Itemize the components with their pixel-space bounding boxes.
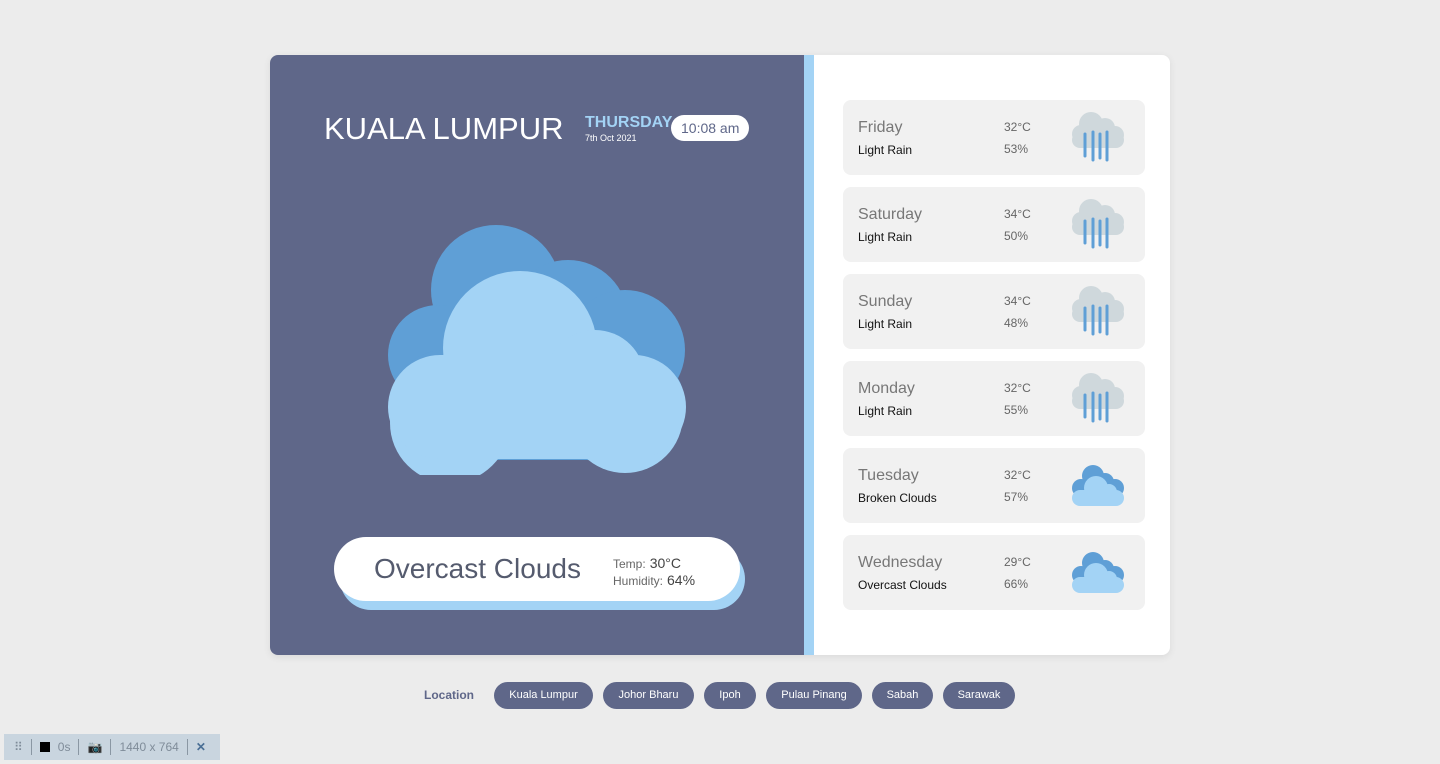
forecast-card-saturday: Saturday Light Rain 34°C 50% [843, 187, 1145, 262]
forecast-day: Sunday [858, 293, 913, 310]
stop-icon[interactable] [39, 742, 50, 752]
forecast-condition: Overcast Clouds [858, 578, 947, 592]
timer: 0s [57, 740, 71, 754]
close-icon[interactable]: ✕ [196, 740, 206, 754]
location-johor-bharu[interactable]: Johor Bharu [603, 682, 694, 709]
forecast-day: Saturday [858, 206, 923, 223]
forecast-day: Wednesday [858, 554, 943, 571]
current-humidity: 64% [667, 572, 696, 588]
weather-card: KUALA LUMPUR THURSDAY 7th Oct 2021 10:08… [270, 55, 1170, 655]
forecast-condition: Light Rain [858, 404, 913, 418]
forecast-day: Monday [858, 380, 915, 397]
location-ipoh[interactable]: Ipoh [704, 682, 756, 709]
screen-size: 1440 x 764 [119, 740, 179, 754]
humidity-label: Humidity: [613, 574, 664, 588]
forecast-card-wednesday: Wednesday Overcast Clouds 29°C 66% [843, 535, 1145, 610]
forecast-temp: 34°C [1004, 294, 1031, 308]
forecast-day: Tuesday [858, 467, 919, 484]
recorder-toolbar: ⠿ 0s 📷 1440 x 764 ✕ [4, 734, 220, 760]
forecast-condition: Light Rain [858, 317, 913, 331]
forecast-humidity: 50% [1004, 229, 1029, 243]
forecast-day: Friday [858, 119, 903, 136]
forecast-card-friday: Friday Light Rain 32°C 53% [843, 100, 1145, 175]
current-day: THURSDAY [585, 114, 673, 131]
forecast-temp: 32°C [1004, 468, 1031, 482]
forecast-humidity: 57% [1004, 490, 1029, 504]
current-temp: 30°C [649, 555, 681, 571]
forecast-humidity: 66% [1004, 577, 1029, 591]
current-time: 10:08 am [671, 115, 750, 141]
forecast-temp: 32°C [1004, 120, 1031, 134]
forecast-humidity: 53% [1004, 142, 1029, 156]
forecast-humidity: 55% [1004, 403, 1029, 417]
forecast-card-sunday: Sunday Light Rain 34°C 48% [843, 274, 1145, 349]
forecast-condition: Light Rain [858, 143, 913, 157]
forecast-temp: 34°C [1004, 207, 1031, 221]
camera-icon[interactable]: 📷 [87, 740, 102, 754]
forecast-card-monday: Monday Light Rain 32°C 55% [843, 361, 1145, 436]
location-sabah[interactable]: Sabah [872, 682, 933, 709]
divider-stripe [804, 55, 814, 655]
location-label: Location [424, 688, 474, 702]
forecast-condition: Light Rain [858, 230, 913, 244]
forecast-temp: 32°C [1004, 381, 1031, 395]
temp-label: Temp: [613, 557, 646, 571]
forecast-humidity: 48% [1004, 316, 1029, 330]
current-condition: Overcast Clouds [374, 553, 581, 584]
forecast-condition: Broken Clouds [858, 491, 937, 505]
overcast-cloud-icon [388, 225, 686, 475]
location-pulau-pinang[interactable]: Pulau Pinang [766, 682, 862, 709]
location-kuala-lumpur[interactable]: Kuala Lumpur [494, 682, 593, 709]
location-sarawak[interactable]: Sarawak [943, 682, 1015, 709]
forecast-temp: 29°C [1004, 555, 1031, 569]
current-summary: Overcast Clouds Temp: 30°C Humidity: 64% [334, 537, 740, 601]
location-bar: Location Kuala Lumpur Johor Bharu Ipoh P… [0, 682, 1440, 709]
current-date: 7th Oct 2021 [585, 133, 637, 143]
drag-handle-icon[interactable]: ⠿ [14, 740, 23, 754]
forecast-card-tuesday: Tuesday Broken Clouds 32°C 57% [843, 448, 1145, 523]
city-name: KUALA LUMPUR [324, 111, 564, 146]
current-weather-panel: KUALA LUMPUR THURSDAY 7th Oct 2021 10:08… [270, 55, 804, 655]
